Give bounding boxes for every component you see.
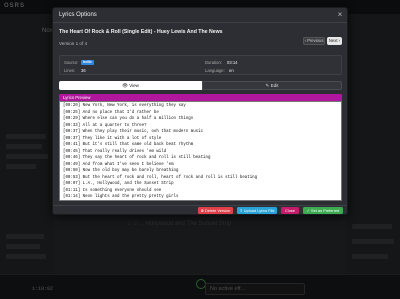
lyrics-preview-header: Lyrics Preview bbox=[59, 94, 342, 101]
tab-edit[interactable]: ✎ Edit bbox=[202, 81, 342, 90]
tab-view[interactable]: 👁 View bbox=[59, 81, 202, 90]
lyric-line: [00:50] Now the old boy may be barely br… bbox=[63, 169, 179, 173]
duration-value: 03:14 bbox=[227, 60, 238, 65]
lines-label: Lines: bbox=[64, 68, 76, 73]
previous-version-button[interactable]: ‹ Previous bbox=[303, 37, 325, 45]
lyric-line: [00:41] But it's still that same old bac… bbox=[63, 143, 194, 147]
lyric-line: [00:37] They like it with a lot of style bbox=[63, 136, 162, 141]
lyric-line: [00:49] And from what I've seen I believ… bbox=[63, 162, 174, 167]
version-metadata: Source: lrclib Lines: 36 Duration: 03:14… bbox=[59, 55, 342, 75]
song-title: The Heart Of Rock & Roll (Single Edit) -… bbox=[59, 29, 223, 35]
lyric-line: [00:33] All at a quarter to three? bbox=[63, 123, 147, 128]
version-label: Version 1 of 4 bbox=[59, 41, 88, 46]
lyric-line: [00:20] New York, New York, is everythin… bbox=[63, 104, 186, 108]
source-badge: lrclib bbox=[81, 60, 94, 65]
delete-version-button[interactable]: ⊗ Delete Version bbox=[198, 207, 233, 214]
lyric-line: [00:46] They say the heart of rock and r… bbox=[63, 156, 211, 160]
lyrics-options-modal: Lyrics Options × The Heart Of Rock & Rol… bbox=[52, 7, 348, 215]
language-value: en bbox=[229, 68, 234, 73]
footer-divider bbox=[53, 205, 347, 206]
next-version-button[interactable]: Next › bbox=[327, 37, 342, 45]
duration-label: Duration: bbox=[205, 60, 222, 65]
lyric-line: [00:45] That really really drives 'em wi… bbox=[63, 149, 167, 154]
upload-lyrics-button[interactable]: ⇪ Upload Lyrics File bbox=[237, 207, 277, 214]
lyric-line: [00:07] L.A., Hollywood, and the Sunset … bbox=[63, 182, 174, 186]
modal-title: Lyrics Options bbox=[59, 12, 97, 18]
lyric-line: [00:29] Where else can you do a half a m… bbox=[63, 117, 194, 121]
source-label: Source: bbox=[64, 60, 79, 65]
close-icon[interactable]: × bbox=[336, 11, 344, 19]
lyrics-preview[interactable]: [00:20] New York, New York, is everythin… bbox=[59, 101, 342, 201]
language-label: Language: bbox=[205, 68, 225, 73]
lyric-line: [00:37] When they play their music, ooh … bbox=[63, 130, 204, 134]
lyric-line: [00:53] But the heart of rock and roll, … bbox=[63, 175, 258, 180]
modal-header: Lyrics Options × bbox=[53, 8, 347, 23]
lyric-line: [00:25] And no place that I'd rather be bbox=[63, 110, 159, 115]
lines-value: 36 bbox=[81, 68, 86, 73]
set-preferred-button[interactable]: ✓ Set as Preferred bbox=[303, 207, 343, 214]
close-button[interactable]: Close bbox=[281, 207, 299, 214]
lyric-line: [01:11] Is something everyone should see bbox=[63, 188, 162, 193]
lyric-line: [01:14] Neon lights and the pretty prett… bbox=[63, 195, 179, 199]
